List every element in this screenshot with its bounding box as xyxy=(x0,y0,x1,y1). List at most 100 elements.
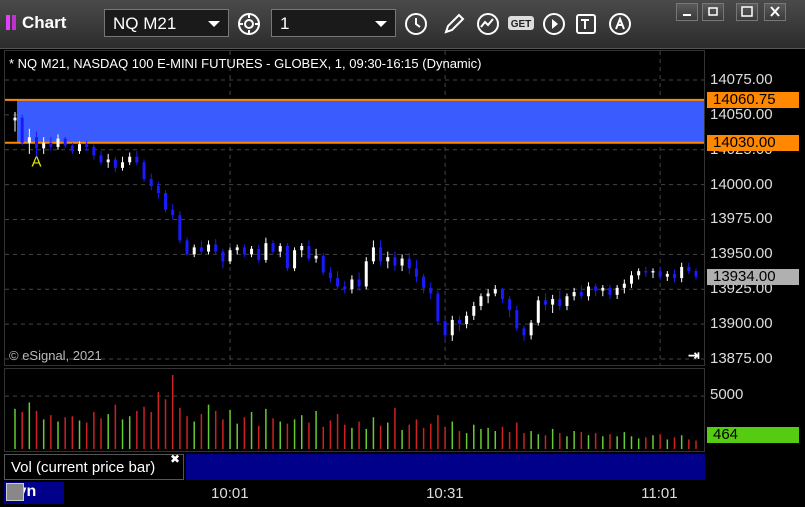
zone-upper-tag: 14060.75 xyxy=(707,91,799,108)
candle-body-53 xyxy=(393,257,397,266)
candle-body-68 xyxy=(500,289,504,300)
alert-icon[interactable] xyxy=(606,10,634,38)
price-axis[interactable]: 14075.0014050.0014025.0014000.0013975.00… xyxy=(705,50,805,452)
zone-marker: A xyxy=(31,154,41,171)
candle-body-67 xyxy=(493,289,497,294)
candle-body-16 xyxy=(128,156,132,163)
legend-bar xyxy=(186,454,705,480)
candle-body-44 xyxy=(328,272,332,279)
price-pane[interactable]: A * NQ M21, NASDAQ 100 E-MINI FUTURES - … xyxy=(4,50,705,366)
candle-body-50 xyxy=(371,247,375,262)
candle-body-31 xyxy=(235,247,239,251)
time-axis[interactable]: 10:01 10:31 11:01 xyxy=(0,480,705,507)
y-tick-label: 13950.00 xyxy=(710,245,773,263)
candle-body-55 xyxy=(407,258,411,269)
candle-body-15 xyxy=(121,162,125,168)
symbol-select[interactable]: NQ M21 xyxy=(104,9,229,37)
candle-body-20 xyxy=(156,186,160,193)
candle-body-78 xyxy=(572,292,576,297)
candle-body-36 xyxy=(271,243,275,252)
app-logo-icon xyxy=(6,15,10,30)
svg-text:GET: GET xyxy=(511,19,532,30)
close-icon xyxy=(770,6,780,17)
candle-body-91 xyxy=(665,273,669,277)
y-tick-label: 13875.00 xyxy=(710,350,773,368)
candle-body-34 xyxy=(257,248,261,260)
candle-body-6 xyxy=(56,138,60,147)
candle-body-66 xyxy=(486,293,490,297)
candle-body-8 xyxy=(70,145,74,152)
candle-body-43 xyxy=(321,255,325,273)
candle-body-52 xyxy=(386,257,390,262)
candle-body-81 xyxy=(594,286,598,291)
chart-window: Chart NQ M21 1 GET A * NQ M21, NASDAQ 10… xyxy=(0,0,805,507)
minimize-button[interactable] xyxy=(676,3,698,21)
candle-body-19 xyxy=(149,179,153,186)
dynamic-mode-button[interactable]: Dyn xyxy=(4,482,64,504)
candle-body-21 xyxy=(164,192,168,210)
x-tick-label: 11:01 xyxy=(641,485,678,502)
restore-button[interactable] xyxy=(702,3,724,21)
lock-icon[interactable] xyxy=(6,483,24,501)
get-icon[interactable]: GET xyxy=(506,10,536,38)
candle-body-94 xyxy=(687,266,691,272)
candle-body-84 xyxy=(615,287,619,295)
candle-body-62 xyxy=(457,319,461,325)
candle-body-37 xyxy=(278,246,282,252)
clock-icon[interactable] xyxy=(402,10,430,38)
candle-body-38 xyxy=(285,246,289,269)
candle-body-64 xyxy=(472,306,476,316)
scroll-to-end-icon[interactable]: ⇥ xyxy=(688,347,700,364)
volume-legend[interactable]: Vol (current price bar) xyxy=(4,454,184,480)
volume-pane[interactable] xyxy=(4,368,705,452)
candle-body-45 xyxy=(336,278,340,287)
candle-body-87 xyxy=(637,271,641,276)
candle-body-74 xyxy=(543,300,547,305)
text-tool-icon[interactable] xyxy=(572,10,600,38)
candle-body-89 xyxy=(651,271,655,273)
pencil-icon[interactable] xyxy=(440,10,468,38)
candle-body-71 xyxy=(522,328,526,336)
gear-icon[interactable] xyxy=(235,10,263,38)
window-title: Chart xyxy=(6,13,66,33)
chevron-down-icon xyxy=(375,21,387,27)
candle-body-22 xyxy=(171,209,175,216)
candle-body-33 xyxy=(250,248,254,255)
candle-body-5 xyxy=(49,142,53,147)
zone-lower-tag: 14030.00 xyxy=(707,134,799,151)
candle-body-47 xyxy=(350,279,354,290)
candle-body-13 xyxy=(106,159,110,163)
restore-icon xyxy=(708,7,718,16)
candle-body-93 xyxy=(680,266,684,279)
candle-body-1 xyxy=(20,117,24,143)
candle-body-4 xyxy=(42,142,46,149)
candle-body-48 xyxy=(357,279,361,287)
y-tick-label: 14075.00 xyxy=(710,70,773,88)
candle-body-30 xyxy=(228,250,232,262)
candle-body-75 xyxy=(551,299,555,305)
last-price-tag: 13934.00 xyxy=(707,268,799,285)
minimize-icon xyxy=(683,14,691,16)
candle-body-26 xyxy=(199,247,203,252)
play-icon[interactable] xyxy=(540,10,568,38)
volume-legend-label: Vol (current price bar) xyxy=(11,459,156,476)
candle-body-79 xyxy=(579,292,583,297)
candle-body-17 xyxy=(135,156,139,163)
close-button[interactable] xyxy=(764,3,786,21)
candle-body-92 xyxy=(672,273,676,279)
x-tick-label: 10:31 xyxy=(426,485,464,502)
candle-body-28 xyxy=(214,244,218,252)
maximize-button[interactable] xyxy=(736,3,758,21)
interval-select[interactable]: 1 xyxy=(271,9,396,37)
y-tick-label: 14000.00 xyxy=(710,175,773,193)
candle-body-2 xyxy=(27,137,31,143)
legend-close-icon[interactable]: ✖ xyxy=(170,452,180,466)
volume-last-tag: 464 xyxy=(707,427,799,444)
candle-body-90 xyxy=(658,271,662,277)
candle-body-72 xyxy=(529,322,533,336)
y-tick-label: 13900.00 xyxy=(710,315,773,333)
y-tick-label: 14050.00 xyxy=(710,105,773,123)
candle-body-86 xyxy=(629,275,633,284)
study-icon[interactable] xyxy=(474,10,502,38)
price-zone xyxy=(17,99,704,143)
